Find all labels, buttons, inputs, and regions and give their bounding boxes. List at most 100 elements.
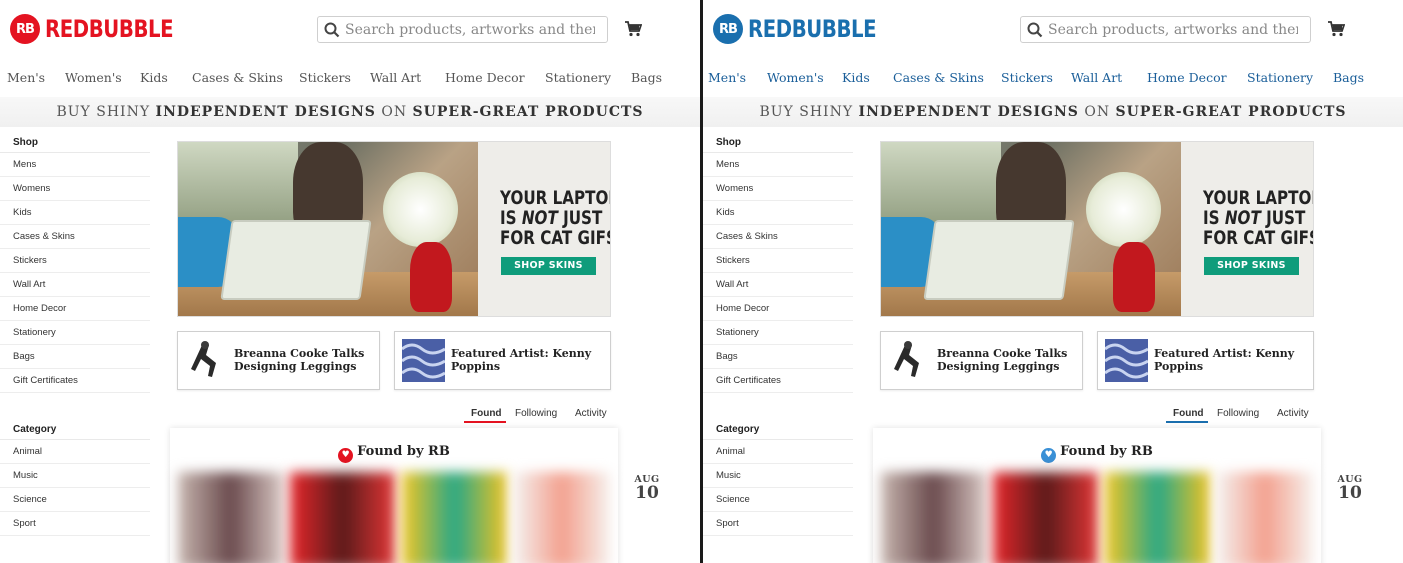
hero-banner[interactable]: YOUR LAPTOP IS NOT JUST FOR CAT GIFS. SH…	[880, 141, 1314, 317]
sidebar-item-kids[interactable]: Kids	[703, 201, 853, 225]
nav-cases-skins[interactable]: Cases & Skins	[192, 70, 283, 85]
blurred-artwork	[178, 472, 283, 563]
tab-found[interactable]: Found	[471, 408, 502, 419]
cart-icon[interactable]	[624, 20, 642, 37]
tab-activity[interactable]: Activity	[1277, 408, 1309, 419]
hero-line-emphasis: NOT	[1224, 208, 1261, 229]
nav-kids[interactable]: Kids	[842, 70, 870, 85]
cart-icon[interactable]	[1327, 20, 1345, 37]
card-title: Breanna Cooke Talks Designing Leggings	[234, 347, 364, 373]
nav-stickers[interactable]: Stickers	[1001, 70, 1053, 85]
nav-stationery[interactable]: Stationery	[545, 70, 611, 85]
date-day: 10	[635, 483, 659, 503]
sidebar-item-womens[interactable]: Womens	[0, 177, 150, 201]
logo-text: REDBUBBLE	[45, 15, 174, 43]
sidebar-item-animal[interactable]: Animal	[0, 440, 150, 464]
sidebar-item-gift-certificates[interactable]: Gift Certificates	[703, 369, 853, 393]
feature-card-artist[interactable]: Featured Artist: Kenny Poppins	[394, 331, 611, 390]
sidebar-item-cases-skins[interactable]: Cases & Skins	[0, 225, 150, 249]
card-thumbnail	[185, 339, 228, 382]
main-nav: Men's Women's Kids Cases & Skins Sticker…	[0, 62, 700, 92]
card-title: Breanna Cooke Talks Designing Leggings	[937, 347, 1067, 373]
date-stamp: AUG 10	[634, 474, 660, 503]
tab-activity[interactable]: Activity	[575, 408, 607, 419]
hero-headline: YOUR LAPTOP IS NOT JUST FOR CAT GIFS.	[500, 189, 610, 249]
sidebar-item-wall-art[interactable]: Wall Art	[0, 273, 150, 297]
search-bar[interactable]	[317, 16, 608, 43]
nav-kids[interactable]: Kids	[140, 70, 168, 85]
tagline-emphasis: INDEPENDENT DESIGNS	[858, 104, 1079, 120]
sidebar-item-bags[interactable]: Bags	[0, 345, 150, 369]
search-input[interactable]	[1048, 21, 1298, 38]
card-title-line: Featured Artist: Kenny	[451, 347, 592, 360]
sidebar-item-science[interactable]: Science	[0, 488, 150, 512]
sidebar-item-wall-art[interactable]: Wall Art	[703, 273, 853, 297]
sidebar-item-mens[interactable]: Mens	[703, 153, 853, 177]
sidebar-item-sport[interactable]: Sport	[0, 512, 150, 536]
sidebar-item-cases-skins[interactable]: Cases & Skins	[703, 225, 853, 249]
found-card[interactable]: ♥ Found by RB	[170, 428, 618, 563]
nav-womens[interactable]: Women's	[767, 70, 824, 85]
sidebar-item-home-decor[interactable]: Home Decor	[703, 297, 853, 321]
tab-following[interactable]: Following	[515, 408, 557, 419]
nav-bags[interactable]: Bags	[631, 70, 662, 85]
nav-stationery[interactable]: Stationery	[1247, 70, 1313, 85]
feature-card-leggings[interactable]: Breanna Cooke Talks Designing Leggings	[177, 331, 380, 390]
search-bar[interactable]	[1020, 16, 1311, 43]
sidebar-item-music[interactable]: Music	[703, 464, 853, 488]
nav-wall-art[interactable]: Wall Art	[370, 70, 421, 85]
sidebar-item-gift-certificates[interactable]: Gift Certificates	[0, 369, 150, 393]
card-title-line: Designing Leggings	[234, 360, 357, 373]
sidebar-item-kids[interactable]: Kids	[0, 201, 150, 225]
sidebar-item-mens[interactable]: Mens	[0, 153, 150, 177]
sidebar-item-music[interactable]: Music	[0, 464, 150, 488]
sidebar-item-stickers[interactable]: Stickers	[703, 249, 853, 273]
logo-mark: RB	[10, 14, 40, 44]
nav-home-decor[interactable]: Home Decor	[1147, 70, 1227, 85]
search-input[interactable]	[345, 21, 595, 38]
nav-bags[interactable]: Bags	[1333, 70, 1364, 85]
nav-stickers[interactable]: Stickers	[299, 70, 351, 85]
sidebar-item-stationery[interactable]: Stationery	[703, 321, 853, 345]
nav-home-decor[interactable]: Home Decor	[445, 70, 525, 85]
sidebar-item-bags[interactable]: Bags	[703, 345, 853, 369]
heart-icon: ♥	[1041, 448, 1057, 463]
sidebar: Shop Mens Womens Kids Cases & Skins Stic…	[703, 131, 853, 536]
heart-icon: ♥	[338, 448, 354, 463]
nav-womens[interactable]: Women's	[65, 70, 122, 85]
nav-mens[interactable]: Men's	[7, 70, 45, 85]
date-day: 10	[1338, 483, 1362, 503]
nav-mens[interactable]: Men's	[708, 70, 746, 85]
hero-line: IS	[500, 208, 522, 229]
sidebar-item-stickers[interactable]: Stickers	[0, 249, 150, 273]
tagline-emphasis: SUPER-GREAT PRODUCTS	[412, 104, 644, 120]
found-card[interactable]: ♥ Found by RB	[873, 428, 1321, 563]
card-title: Featured Artist: Kenny Poppins	[1154, 347, 1294, 373]
logo[interactable]: RB REDBUBBLE	[10, 14, 201, 44]
hero-line: IS	[1203, 208, 1225, 229]
nav-cases-skins[interactable]: Cases & Skins	[893, 70, 984, 85]
feature-card-artist[interactable]: Featured Artist: Kenny Poppins	[1097, 331, 1314, 390]
card-title-line: Breanna Cooke Talks	[234, 347, 365, 360]
shop-skins-button[interactable]: SHOP SKINS	[1204, 257, 1299, 275]
sidebar-item-sport[interactable]: Sport	[703, 512, 853, 536]
hero-headline: YOUR LAPTOP IS NOT JUST FOR CAT GIFS.	[1203, 189, 1313, 249]
hero-line-emphasis: NOT	[521, 208, 558, 229]
feature-card-leggings[interactable]: Breanna Cooke Talks Designing Leggings	[880, 331, 1083, 390]
blurred-artwork	[1217, 472, 1313, 563]
sidebar-item-womens[interactable]: Womens	[703, 177, 853, 201]
sidebar-item-home-decor[interactable]: Home Decor	[0, 297, 150, 321]
screenshot-panel-left: RB REDBUBBLE Men's Women's Kids Cases & …	[0, 0, 700, 563]
nav-wall-art[interactable]: Wall Art	[1071, 70, 1122, 85]
card-thumbnail	[888, 339, 931, 382]
sidebar-item-stationery[interactable]: Stationery	[0, 321, 150, 345]
hero-banner[interactable]: YOUR LAPTOP IS NOT JUST FOR CAT GIFS. SH…	[177, 141, 611, 317]
tab-following[interactable]: Following	[1217, 408, 1259, 419]
tab-found[interactable]: Found	[1173, 408, 1204, 419]
logo[interactable]: RB REDBUBBLE	[713, 14, 904, 44]
sidebar-item-animal[interactable]: Animal	[703, 440, 853, 464]
sidebar-item-science[interactable]: Science	[703, 488, 853, 512]
tagline-emphasis: SUPER-GREAT PRODUCTS	[1115, 104, 1347, 120]
card-title-line: Featured Artist: Kenny	[1154, 347, 1295, 360]
shop-skins-button[interactable]: SHOP SKINS	[501, 257, 596, 275]
